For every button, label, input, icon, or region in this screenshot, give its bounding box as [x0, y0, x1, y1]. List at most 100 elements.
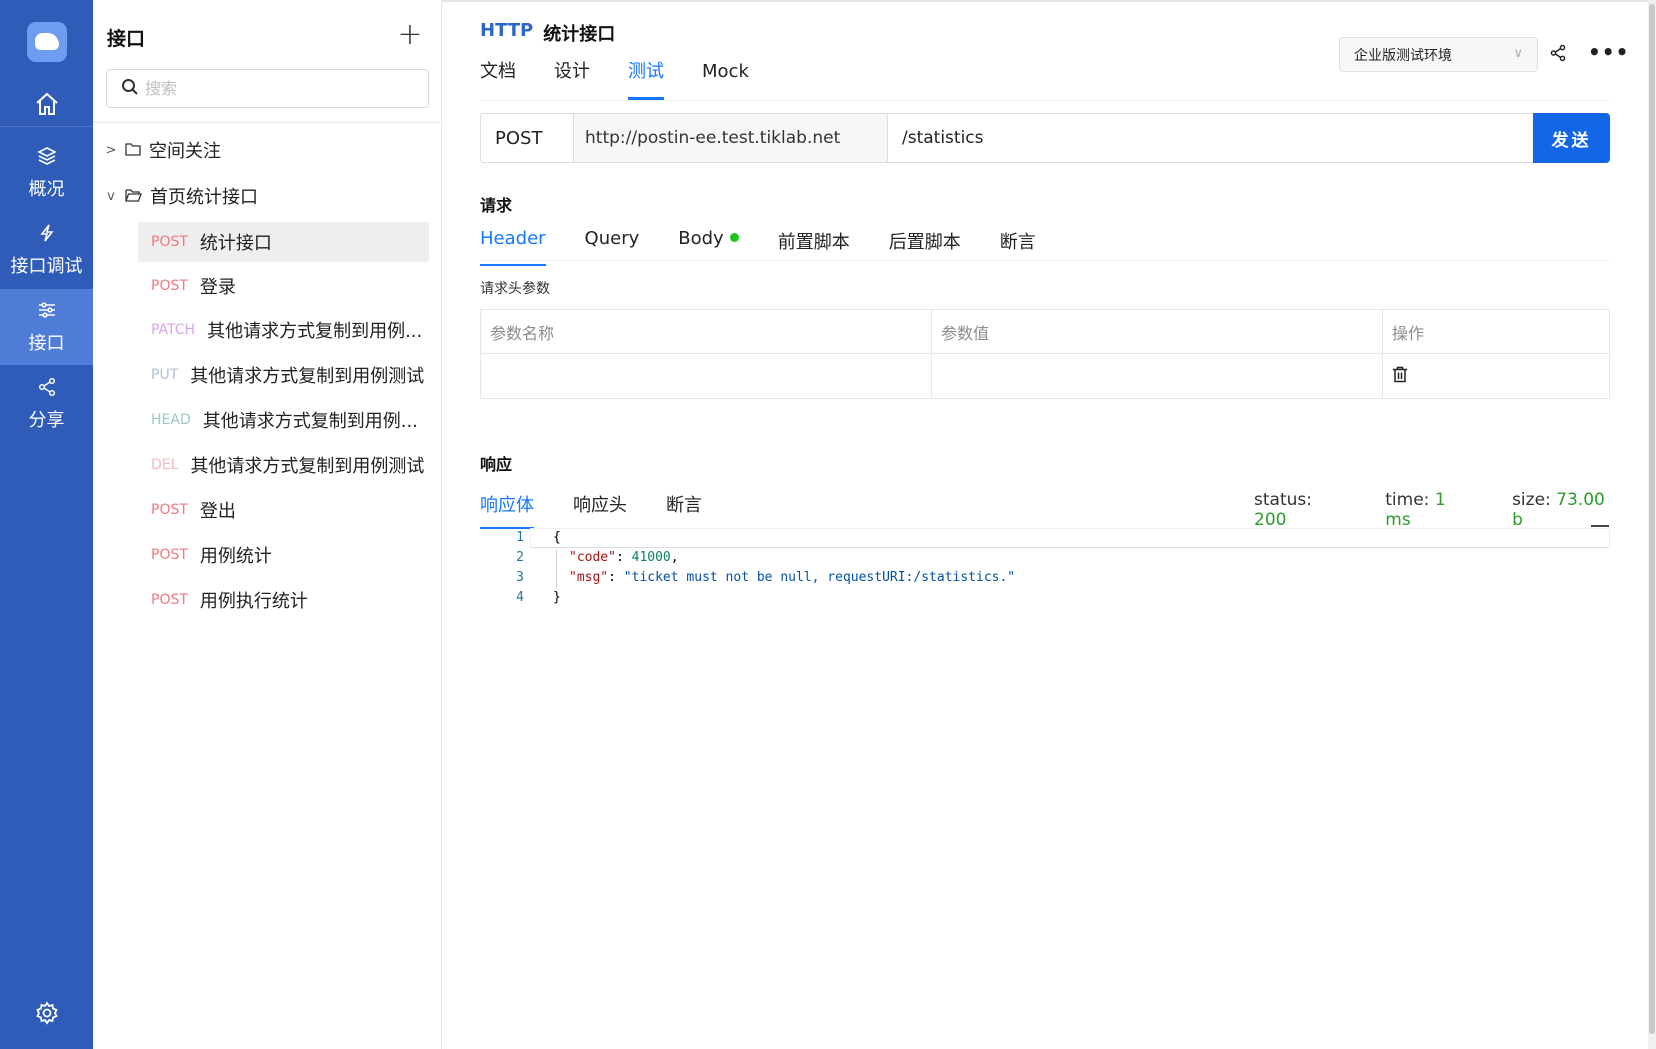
- code-brace: {: [553, 530, 561, 545]
- nav-item-share[interactable]: 分享: [0, 366, 93, 442]
- code-line: "msg": "ticket must not be null, request…: [569, 570, 1016, 585]
- api-item[interactable]: POST 用例统计: [138, 535, 429, 575]
- response-section-title: 响应: [480, 455, 513, 474]
- action-cell: [1383, 354, 1609, 399]
- body-status-dot: [729, 233, 739, 242]
- response-code-editor[interactable]: 1 2 3 4 { "code": 41000, "msg": "ticket …: [480, 525, 1610, 628]
- method-badge: DEL: [151, 457, 179, 473]
- api-item[interactable]: DEL 其他请求方式复制到用例测试: [138, 445, 429, 485]
- api-name: 登录: [199, 277, 236, 298]
- url-bar: POST http://postin-ee.test.tiklab.net /s…: [480, 113, 1610, 163]
- status-stat: status: 200: [1254, 490, 1346, 530]
- api-name: 其他请求方式复制到用例...: [202, 411, 418, 432]
- code-line: "code": 41000,: [569, 550, 679, 565]
- json-string: "ticket must not be null, requestURI:/st…: [623, 570, 1016, 585]
- chevron-right-icon[interactable]: >: [105, 143, 117, 158]
- status-label: status:: [1254, 490, 1312, 510]
- base-url: http://postin-ee.test.tiklab.net: [573, 113, 887, 163]
- nav-item-label: 分享: [28, 409, 65, 431]
- method-badge: HEAD: [151, 412, 191, 428]
- column-header: 参数名称: [481, 310, 932, 353]
- api-name: 其他请求方式复制到用例测试: [190, 366, 425, 387]
- table-header-row: 参数名称 参数值 操作: [481, 310, 1609, 354]
- editor-current-line: [530, 525, 1610, 548]
- top-border: [442, 0, 1656, 2]
- more-icon[interactable]: •••: [1588, 40, 1629, 64]
- column-header: 参数值: [932, 310, 1383, 353]
- folder-icon: [125, 140, 141, 161]
- tab-response-assert[interactable]: 断言: [666, 491, 702, 529]
- api-item[interactable]: POST 统计接口: [138, 222, 429, 262]
- api-item[interactable]: POST 用例执行统计: [138, 580, 429, 620]
- response-stats: status: 200 time: 1 ms size: 73.00 b: [1254, 490, 1656, 530]
- share-icon[interactable]: [1549, 44, 1567, 66]
- tabs-divider: [480, 100, 1610, 101]
- path-input[interactable]: /statistics: [887, 113, 1533, 163]
- time-stat: time: 1 ms: [1385, 490, 1473, 530]
- column-header: 操作: [1392, 323, 1425, 343]
- method-badge: POST: [151, 278, 188, 294]
- home-icon[interactable]: [0, 84, 93, 124]
- response-tabs: 响应体 响应头 断言: [480, 491, 741, 529]
- tab-response-headers[interactable]: 响应头: [573, 491, 627, 529]
- api-name: 其他请求方式复制到用例测试: [190, 456, 425, 477]
- folder-open-icon: [125, 186, 142, 207]
- param-value-cell[interactable]: [932, 354, 1383, 399]
- app-logo[interactable]: [27, 22, 67, 62]
- api-name: 登出: [199, 501, 236, 522]
- line-number: 4: [516, 590, 524, 605]
- api-item[interactable]: POST 登录: [138, 266, 429, 306]
- add-api-button[interactable]: +: [396, 20, 424, 50]
- nav-item-api-debug[interactable]: 接口调试: [0, 212, 93, 288]
- api-item[interactable]: PATCH 其他请求方式复制到用例...: [138, 310, 429, 350]
- api-item[interactable]: PUT 其他请求方式复制到用例测试: [138, 355, 429, 395]
- app-window: 概况 接口调试 接口 分享 接口 + 搜索 > 空间关注 v 首页统计接口 PO…: [0, 0, 1656, 1049]
- code-line: {: [553, 530, 561, 545]
- header-params-table: 参数名称 参数值 操作: [480, 309, 1610, 399]
- nav-divider: [0, 126, 93, 127]
- tab-body-label: Body: [678, 228, 724, 249]
- main-panel: HTTP 统计接口 文档 设计 测试 Mock 企业版测试环境 ∨ ••• PO…: [442, 0, 1656, 1049]
- folder-label: 首页统计接口: [150, 187, 258, 208]
- code-line: }: [553, 590, 561, 605]
- search-box[interactable]: [106, 69, 429, 108]
- json-key: "msg": [569, 570, 609, 585]
- code-brace: }: [553, 590, 561, 605]
- protocol-label: HTTP: [480, 20, 534, 41]
- time-label: time:: [1385, 490, 1430, 510]
- sliders-icon: [37, 300, 57, 325]
- tab-response-body[interactable]: 响应体: [480, 491, 534, 529]
- api-item[interactable]: HEAD 其他请求方式复制到用例...: [138, 400, 429, 440]
- method-badge: PATCH: [151, 322, 196, 338]
- tab-mock[interactable]: Mock: [702, 60, 749, 100]
- environment-select[interactable]: 企业版测试环境 ∨: [1339, 37, 1538, 72]
- folder-item[interactable]: > 空间关注: [105, 135, 221, 165]
- nav-item-label: 概况: [28, 178, 65, 200]
- trash-icon[interactable]: [1392, 366, 1408, 387]
- api-name: 用例执行统计: [199, 591, 308, 612]
- tab-doc[interactable]: 文档: [480, 60, 516, 100]
- method-badge: POST: [151, 234, 188, 250]
- search-input[interactable]: [145, 79, 405, 98]
- nav-item-label: 接口调试: [10, 255, 83, 277]
- api-item[interactable]: POST 登出: [138, 490, 429, 530]
- tab-design[interactable]: 设计: [554, 60, 590, 100]
- nav-item-api[interactable]: 接口: [0, 289, 93, 365]
- param-name-cell[interactable]: [481, 354, 932, 399]
- nav-item-overview[interactable]: 概况: [0, 135, 93, 211]
- tab-test[interactable]: 测试: [628, 60, 664, 100]
- panel-divider: [93, 122, 442, 123]
- search-icon: [121, 78, 139, 100]
- folder-item[interactable]: v 首页统计接口: [105, 181, 258, 211]
- gear-icon[interactable]: [0, 997, 93, 1029]
- send-button[interactable]: 发送: [1533, 113, 1610, 163]
- window-scrollbar[interactable]: [1648, 0, 1656, 1049]
- line-number: 1: [516, 530, 524, 545]
- scrollbar-thumb[interactable]: [1649, 4, 1655, 1034]
- request-tabs-divider: [480, 260, 1610, 261]
- method-select[interactable]: POST: [480, 113, 573, 163]
- chevron-down-icon[interactable]: v: [105, 189, 117, 204]
- line-number: 2: [516, 550, 524, 565]
- method-badge: POST: [151, 502, 188, 518]
- api-name: 用例统计: [199, 546, 272, 567]
